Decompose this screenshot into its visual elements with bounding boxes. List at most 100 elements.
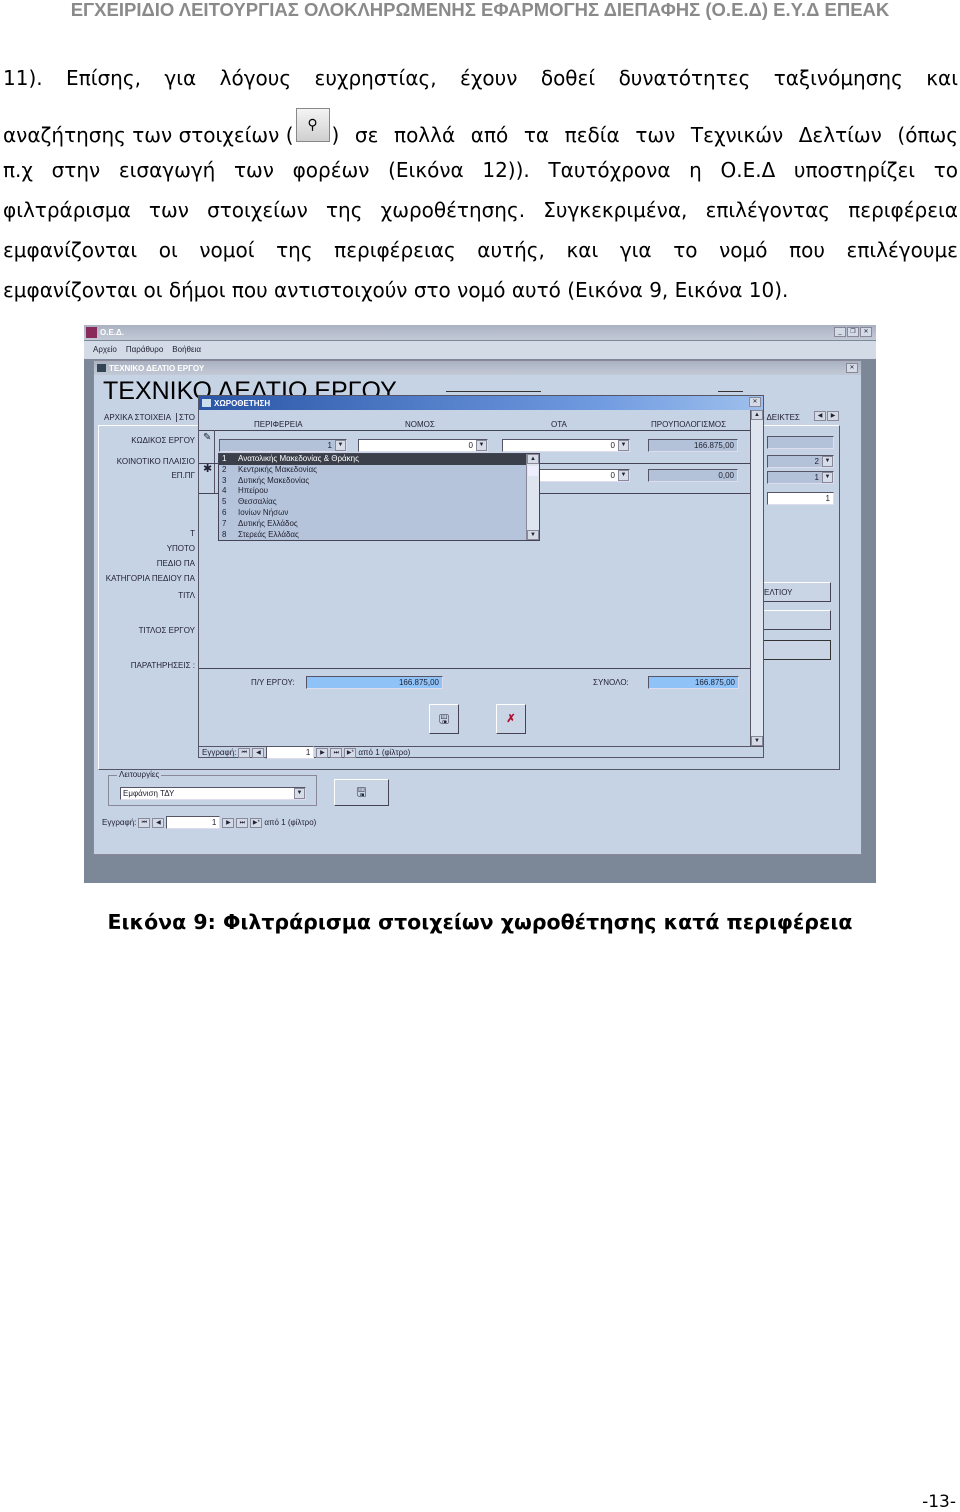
- form-title: ΤΕΧΝΙΚΟ ΔΕΛΤΙΟ ΕΡΓΟΥ: [109, 364, 205, 373]
- prev-record-icon[interactable]: ◀: [252, 747, 265, 758]
- option-name: Θεσσαλίας: [238, 497, 277, 507]
- run-function-button[interactable]: 🖫: [334, 779, 389, 806]
- action-button[interactable]: [761, 640, 831, 660]
- nav-label: Εγγραφή:: [102, 818, 137, 827]
- report-button[interactable]: ΕΛΤΙΟΥ: [761, 582, 831, 602]
- option-name: Ιονίων Νήσων: [238, 507, 289, 517]
- dialog-close-icon[interactable]: ✕: [749, 397, 761, 407]
- municipality-combo[interactable]: 0 ▼: [502, 439, 630, 452]
- budget-field[interactable]: 0,00: [648, 469, 738, 482]
- option-name: Κεντρικής Μακεδονίας: [238, 464, 317, 474]
- paragraph-line: φιλτράρισμα των στοιχείων της χωροθέτηση…: [3, 198, 958, 222]
- divider: [718, 391, 743, 392]
- functions-select[interactable]: Εμφάνιση ΤΔΥ ▼: [120, 787, 306, 800]
- tab-indicators[interactable]: ) ΔΕΙΚΤΕΣ: [762, 413, 800, 422]
- running-header: ΕΓΧΕΙΡΙΔΙΟ ΛΕΙΤΟΥΡΓΙΑΣ ΟΛΟΚΛΗΡΩΜΕΝΗΣ ΕΦΑ…: [70, 0, 890, 20]
- functions-group: Λειτουργίες Εμφάνιση ΤΔΥ ▼: [108, 770, 317, 806]
- binoculars-icon: ⚲: [295, 108, 330, 142]
- combo-value: 2: [814, 457, 819, 466]
- nav-label: Εγγραφή:: [202, 748, 237, 757]
- dropdown-option[interactable]: 5 Θεσσαλίας: [219, 497, 526, 508]
- label-remarks: ΠΑΡΑΤΗΡΗΣΕΙΣ :: [130, 661, 195, 670]
- next-record-icon[interactable]: ▶: [316, 747, 329, 758]
- right-combo[interactable]: 2 ▼: [767, 455, 834, 468]
- last-record-icon[interactable]: ⏭: [236, 817, 249, 828]
- dropdown-option[interactable]: 7 Δυτικής Ελλάδος: [219, 519, 526, 530]
- restore-icon[interactable]: ❐: [847, 327, 859, 337]
- dropdown-arrow-icon[interactable]: ▼: [822, 472, 833, 483]
- record-navigator: Εγγραφή: ⏮ ◀ 1 ▶ ⏭ ▶* από 1 (φίλτρο): [102, 816, 316, 829]
- dropdown-option[interactable]: 4 Ηπείρου: [219, 486, 526, 497]
- prev-record-icon[interactable]: ◀: [152, 817, 165, 828]
- right-combo[interactable]: 1 ▼: [767, 471, 834, 484]
- save-button[interactable]: 🖫: [429, 704, 459, 734]
- paragraph-line: εμφανίζονται οι νομοί της περιφέρειας αυ…: [3, 238, 958, 262]
- tab-sto[interactable]: ΣΤΟ: [176, 413, 195, 422]
- project-budget-label: Π/Υ ΕΡΓΟΥ:: [251, 678, 295, 687]
- scroll-up-icon[interactable]: ▲: [527, 454, 539, 464]
- tab-initial-data[interactable]: ΑΡΧΙΚΑ ΣΤΟΙΧΕΙΑ: [104, 413, 171, 422]
- paragraph-line: αναζήτησης των στοιχείων ( ⚲ ) σε πολλά …: [3, 108, 958, 152]
- line-text: εμφανίζονται οι νομοί της περιφέρειας αυ…: [3, 238, 958, 262]
- region-combo[interactable]: 1 ▼: [219, 439, 347, 452]
- dropdown-arrow-icon[interactable]: ▼: [476, 440, 487, 451]
- location-dialog: ΧΩΡΟΘΕΤΗΣΗ ✕ ΠΕΡΙΦΕΡΕΙΑ ΝΟΜΟΣ ΟΤΑ ΠΡΟΥΠΟ…: [198, 395, 764, 759]
- tab-scroll-left-icon[interactable]: ◀: [814, 411, 826, 421]
- scroll-thumb[interactable]: [528, 466, 538, 476]
- record-number-input[interactable]: 1: [166, 816, 221, 829]
- tab-scroll-right-icon[interactable]: ▶: [827, 411, 839, 421]
- dropdown-option[interactable]: 8 Στερεάς Ελλάδας: [219, 529, 526, 540]
- new-record-icon[interactable]: ▶*: [250, 817, 263, 828]
- cancel-icon: ✗: [506, 713, 516, 725]
- dropdown-option[interactable]: 6 Ιονίων Νήσων: [219, 508, 526, 519]
- dropdown-arrow-icon[interactable]: ▼: [294, 788, 305, 799]
- select-value: Εμφάνιση ΤΔΥ: [123, 789, 175, 798]
- label-community-framework: ΚΟΙΝΟΤΙΚΟ ΠΛΑΙΣΙΟ: [116, 457, 195, 466]
- combo-value: 0: [468, 441, 473, 450]
- next-record-icon[interactable]: ▶: [222, 817, 235, 828]
- dialog-title: ΧΩΡΟΘΕΤΗΣΗ: [214, 399, 271, 408]
- label-ep: ΕΠ.ΠΓ: [171, 471, 195, 480]
- right-field[interactable]: [767, 436, 834, 449]
- dropdown-arrow-icon[interactable]: ▼: [822, 456, 833, 467]
- first-record-icon[interactable]: ⏮: [138, 817, 151, 828]
- record-count: από 1 (φίλτρο): [358, 748, 411, 757]
- app-logo-icon: [86, 327, 97, 338]
- app-title-bar: O.E.Δ. _ ❐ ✕: [84, 325, 876, 340]
- dropdown-arrow-icon[interactable]: ▼: [618, 440, 629, 451]
- menu-help[interactable]: Βοήθεια: [172, 345, 201, 355]
- action-button[interactable]: [761, 610, 831, 630]
- dropdown-arrow-icon[interactable]: ▼: [335, 440, 346, 451]
- form-close-icon[interactable]: ✕: [846, 363, 858, 373]
- menu-file[interactable]: Αρχείο: [93, 345, 117, 355]
- close-icon[interactable]: ✕: [860, 327, 872, 337]
- record-count: από 1 (φίλτρο): [264, 818, 317, 827]
- minimize-icon[interactable]: _: [834, 327, 846, 337]
- cancel-button[interactable]: ✗: [496, 704, 526, 734]
- first-record-icon[interactable]: ⏮: [238, 747, 251, 758]
- record-number-input[interactable]: 1: [266, 746, 315, 759]
- label-field: ΠΕΔΙΟ ΠΑ: [156, 559, 195, 568]
- dropdown-option[interactable]: 1 Ανατολικής Μακεδονίας & Θράκης: [219, 454, 526, 465]
- save-edit-icon: 🖫: [356, 785, 367, 799]
- scroll-down-icon[interactable]: ▼: [527, 530, 539, 540]
- scroll-down-icon[interactable]: ▼: [751, 736, 763, 746]
- last-record-icon[interactable]: ⏭: [330, 747, 343, 758]
- dropdown-option[interactable]: 2 Κεντρικής Μακεδονίας: [219, 465, 526, 476]
- line-text: εμφανίζονται οι δήμοι που αντιστοιχούν σ…: [3, 278, 789, 302]
- right-field[interactable]: 1: [767, 492, 834, 505]
- dropdown-arrow-icon[interactable]: ▼: [618, 470, 629, 481]
- new-record-icon[interactable]: ▶*: [344, 747, 357, 758]
- combo-value: 0: [610, 441, 615, 450]
- scroll-up-icon[interactable]: ▲: [751, 410, 763, 420]
- dropdown-scrollbar[interactable]: ▲ ▼: [526, 454, 539, 540]
- budget-field[interactable]: 166.875,00: [648, 439, 738, 452]
- line-text: ) σε πολλά από τα πεδία των Τεχνικών Δελ…: [331, 123, 958, 147]
- menu-window[interactable]: Παράθυρο: [126, 345, 163, 355]
- prefecture-combo[interactable]: 0 ▼: [358, 439, 488, 452]
- dialog-scrollbar[interactable]: ▲ ▼: [750, 410, 763, 746]
- line-text: π.χ στην εισαγωγή των φορέων (Εικόνα 12)…: [3, 158, 958, 182]
- option-id: 8: [222, 529, 227, 539]
- dropdown-option[interactable]: 3 Δυτικής Μακεδονίας: [219, 476, 526, 487]
- paragraph-line: 11). Επίσης, για λόγους ευχρηστίας, έχου…: [3, 66, 958, 90]
